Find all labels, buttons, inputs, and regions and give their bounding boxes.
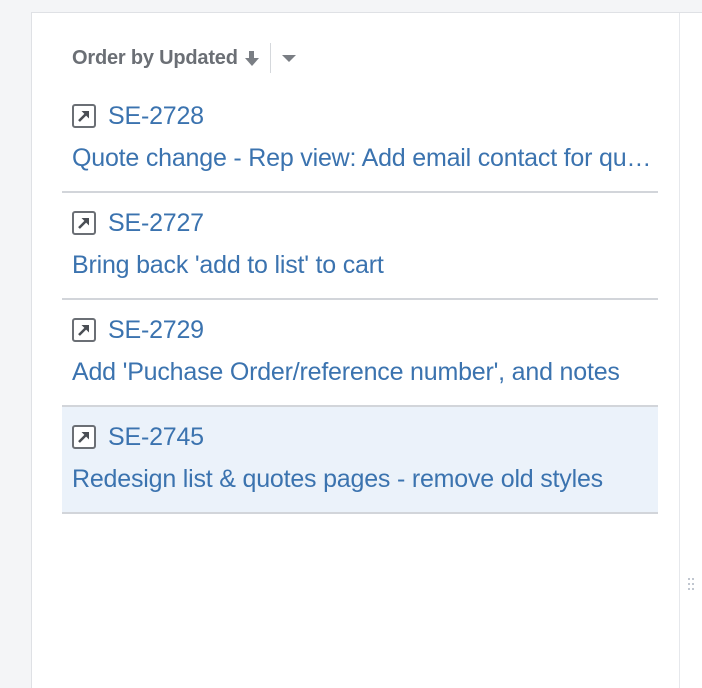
order-by-button[interactable]: Order by Updated bbox=[72, 47, 238, 70]
list-item[interactable]: SE-2728 Quote change - Rep view: Add ema… bbox=[62, 86, 658, 193]
issue-summary[interactable]: Add 'Puchase Order/reference number', an… bbox=[72, 358, 657, 387]
issue-key[interactable]: SE-2727 bbox=[108, 209, 204, 238]
issue-summary[interactable]: Bring back 'add to list' to cart bbox=[72, 251, 657, 280]
sub-task-arrow-icon bbox=[72, 318, 96, 342]
list-item[interactable]: SE-2729 Add 'Puchase Order/reference num… bbox=[62, 300, 658, 407]
top-strip bbox=[0, 0, 702, 13]
issue-key[interactable]: SE-2745 bbox=[108, 423, 204, 452]
caret-down-icon[interactable] bbox=[281, 54, 296, 62]
issue-head: SE-2745 bbox=[72, 422, 204, 452]
issue-head: SE-2729 bbox=[72, 315, 204, 345]
issue-summary[interactable]: Redesign list & quotes pages - remove ol… bbox=[72, 465, 657, 494]
list-item[interactable]: SE-2727 Bring back 'add to list' to cart bbox=[62, 193, 658, 300]
resize-handle[interactable] bbox=[688, 578, 694, 608]
issue-head: SE-2727 bbox=[72, 208, 204, 238]
arrow-down-icon[interactable] bbox=[244, 49, 260, 67]
issue-head: SE-2728 bbox=[72, 101, 204, 131]
issue-summary[interactable]: Quote change - Rep view: Add email conta… bbox=[72, 144, 657, 173]
sub-task-arrow-icon bbox=[72, 425, 96, 449]
issue-key[interactable]: SE-2729 bbox=[108, 316, 204, 345]
order-bar: Order by Updated bbox=[72, 43, 296, 73]
sub-task-arrow-icon bbox=[72, 104, 96, 128]
order-divider bbox=[269, 43, 271, 73]
left-gutter bbox=[0, 12, 32, 688]
sub-task-arrow-icon bbox=[72, 211, 96, 235]
issue-list: SE-2728 Quote change - Rep view: Add ema… bbox=[62, 86, 658, 514]
issue-key[interactable]: SE-2728 bbox=[108, 102, 204, 131]
list-item[interactable]: SE-2745 Redesign list & quotes pages - r… bbox=[62, 407, 658, 514]
